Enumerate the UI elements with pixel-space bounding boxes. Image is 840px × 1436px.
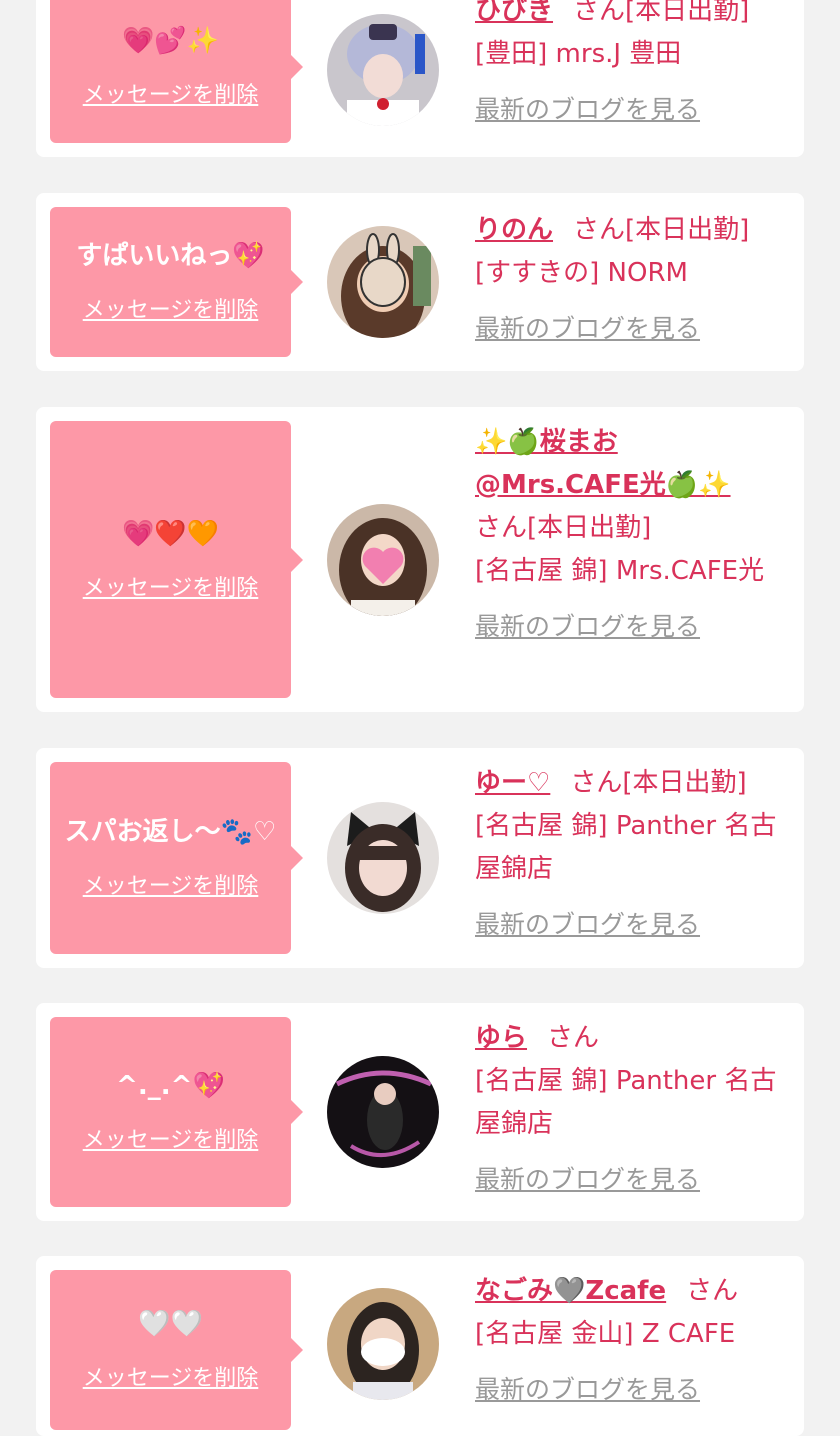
cast-status: さん (547, 1023, 600, 1053)
cast-name-link[interactable]: ひびき (475, 0, 553, 26)
avatar[interactable] (327, 802, 439, 914)
latest-blog-link[interactable]: 最新のブログを見る (475, 1368, 700, 1411)
avatar[interactable] (327, 1288, 439, 1400)
cast-info: ゆら さん [名古屋 錦] Panther 名古屋錦店 最新のブログを見る (475, 1017, 780, 1202)
cast-name-link[interactable]: ゆら (475, 1023, 527, 1053)
message-bubble: ^._.^💖 メッセージを削除 (50, 1017, 303, 1207)
delete-message-link[interactable]: メッセージを削除 (83, 868, 259, 900)
cast-name-link[interactable]: ✨🍏桜まお@Mrs.CAFE光🍏✨ (475, 427, 731, 500)
delete-message-link[interactable]: メッセージを削除 (83, 570, 259, 602)
message-text: 💗❤️🧡 (121, 518, 220, 549)
message-card: 💗❤️🧡 メッセージを削除 ✨🍏桜まお@Mrs.CAFE光🍏✨ さん[本日出勤]… (36, 407, 804, 712)
shop-name: [名古屋 錦] Panther 名古屋錦店 (475, 1066, 777, 1139)
cast-info: ✨🍏桜まお@Mrs.CAFE光🍏✨ さん[本日出勤] [名古屋 錦] Mrs.C… (475, 421, 780, 649)
cast-status: さん[本日出勤] (573, 0, 750, 26)
message-card: スパお返し〜🐾♡ メッセージを削除 ゆー♡ さん[本日出勤] [名古屋 錦] Pa… (36, 748, 804, 968)
cast-info: ひびき さん[本日出勤] [豊田] mrs.J 豊田 最新のブログを見る (475, 0, 780, 132)
delete-message-link[interactable]: メッセージを削除 (83, 77, 259, 109)
avatar[interactable] (327, 1056, 439, 1168)
avatar-heart-mask-photo (327, 504, 439, 616)
message-card: すぱいいねっ💖 メッセージを削除 りのん さん[本日出勤] [すすきの] NORM… (36, 193, 804, 371)
cast-name-link[interactable]: ゆー♡ (475, 768, 550, 798)
cast-status: さん[本日出勤] (573, 215, 750, 245)
avatar-cat-ears-photo (327, 802, 439, 914)
cast-name-link[interactable]: りのん (475, 215, 553, 245)
latest-blog-link[interactable]: 最新のブログを見る (475, 88, 700, 131)
avatar-rabbit-mask-photo (327, 226, 439, 338)
shop-name: [名古屋 錦] Mrs.CAFE光 (475, 556, 765, 586)
cast-name-link[interactable]: なごみ🩶Zcafe (475, 1276, 666, 1306)
message-text: すぱいいねっ💖 (76, 241, 265, 271)
avatar[interactable] (327, 14, 439, 126)
cast-info: ゆー♡ さん[本日出勤] [名古屋 錦] Panther 名古屋錦店 最新のブログ… (475, 762, 780, 947)
cast-info: なごみ🩶Zcafe さん [名古屋 金山] Z CAFE 最新のブログを見る (475, 1270, 780, 1412)
shop-name: [名古屋 金山] Z CAFE (475, 1319, 736, 1349)
delete-message-link[interactable]: メッセージを削除 (83, 1122, 259, 1154)
message-text: ^._.^💖 (116, 1071, 225, 1101)
avatar[interactable] (327, 226, 439, 338)
message-card: 🤍🤍 メッセージを削除 なごみ🩶Zcafe さん [名古屋 金山] Z CAFE … (36, 1256, 804, 1436)
avatar-panther-photo (327, 1056, 439, 1168)
message-card: 💗💕✨ メッセージを削除 ひびき さん[本日出勤] [豊田] mrs.J 豊田 最… (36, 0, 804, 157)
delete-message-link[interactable]: メッセージを削除 (83, 1360, 259, 1392)
cast-status: さん[本日出勤] (475, 513, 652, 543)
message-bubble: スパお返し〜🐾♡ メッセージを削除 (50, 762, 303, 954)
message-text: 🤍🤍 (138, 1309, 203, 1339)
latest-blog-link[interactable]: 最新のブログを見る (475, 1158, 700, 1201)
message-bubble: 💗💕✨ メッセージを削除 (50, 0, 303, 143)
latest-blog-link[interactable]: 最新のブログを見る (475, 307, 700, 350)
message-bubble: すぱいいねっ💖 メッセージを削除 (50, 207, 303, 357)
shop-name: [すすきの] NORM (475, 258, 688, 288)
avatar[interactable] (327, 504, 439, 616)
message-bubble: 💗❤️🧡 メッセージを削除 (50, 421, 303, 698)
cast-info: りのん さん[本日出勤] [すすきの] NORM 最新のブログを見る (475, 209, 780, 351)
cast-status: さん (686, 1276, 739, 1306)
message-card: ^._.^💖 メッセージを削除 ゆら さん [名古屋 錦] Panther 名古屋… (36, 1003, 804, 1221)
latest-blog-link[interactable]: 最新のブログを見る (475, 605, 700, 648)
cast-status: さん[本日出勤] (570, 768, 747, 798)
avatar-white-mask-photo (327, 1288, 439, 1400)
message-text: スパお返し〜🐾♡ (64, 817, 277, 847)
shop-name: [名古屋 錦] Panther 名古屋錦店 (475, 811, 777, 884)
shop-name: [豊田] mrs.J 豊田 (475, 39, 682, 69)
avatar-cosplay-photo (327, 14, 439, 126)
message-bubble: 🤍🤍 メッセージを削除 (50, 1270, 303, 1430)
delete-message-link[interactable]: メッセージを削除 (83, 292, 259, 324)
latest-blog-link[interactable]: 最新のブログを見る (475, 903, 700, 946)
message-text: 💗💕✨ (121, 25, 220, 56)
